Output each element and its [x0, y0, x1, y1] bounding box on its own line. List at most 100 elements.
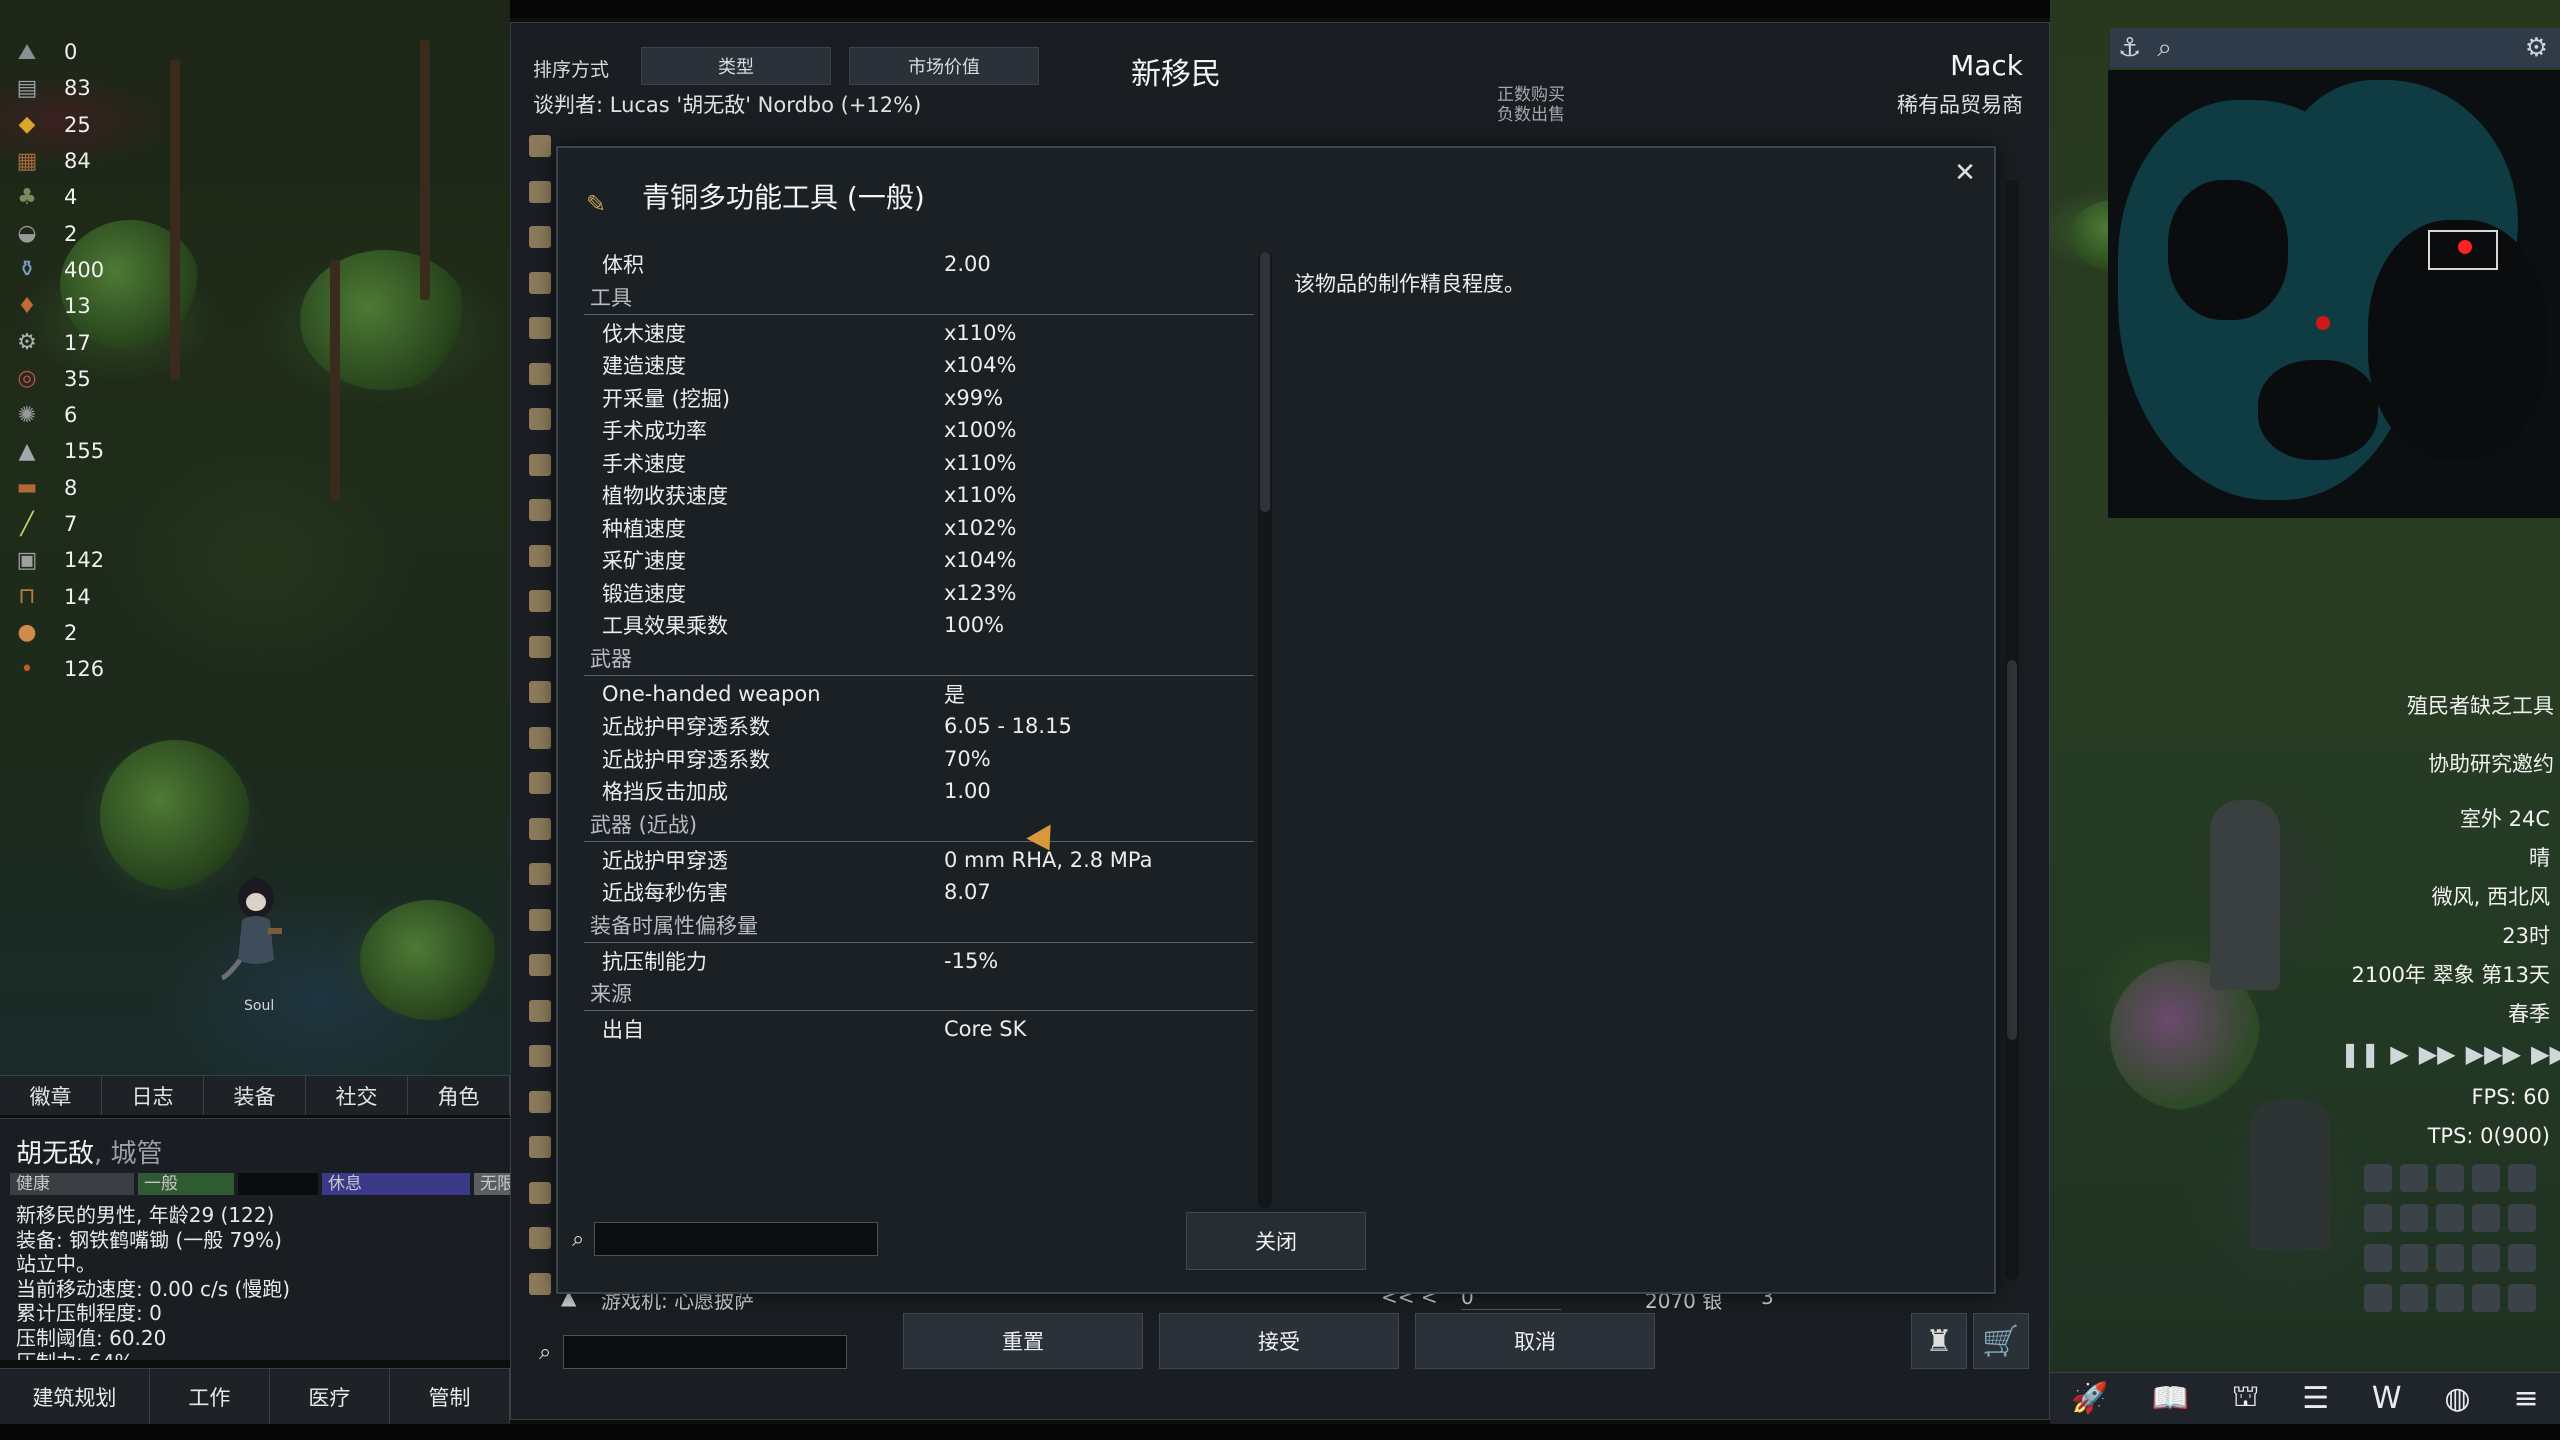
stat-row[interactable]: 近战护甲穿透 0 mm RHA, 2.8 MPa: [584, 844, 1254, 877]
minimap[interactable]: [2108, 70, 2560, 518]
toggle-icon[interactable]: [2508, 1284, 2536, 1312]
pause-icon[interactable]: ❚❚: [2340, 1040, 2380, 1068]
resource-row[interactable]: ◒ 2: [10, 215, 130, 251]
reset-button[interactable]: 重置: [903, 1313, 1143, 1369]
stat-row[interactable]: 建造速度 x104%: [584, 349, 1254, 382]
close-icon[interactable]: ✕: [1950, 158, 1980, 188]
inspect-tab[interactable]: 角色: [408, 1076, 510, 1115]
superfast-icon[interactable]: ▶▶▶: [2466, 1040, 2521, 1068]
toggle-icon[interactable]: [2400, 1164, 2428, 1192]
stat-row[interactable]: 种植速度 x102%: [584, 512, 1254, 545]
stats-scrollbar-thumb[interactable]: [1260, 252, 1270, 512]
sort-by-category-button[interactable]: 类型: [641, 47, 831, 85]
card-search-input[interactable]: [594, 1222, 879, 1256]
factions-icon[interactable]: ⛫: [2232, 1379, 2260, 1418]
stat-row[interactable]: 抗压制能力 -15%: [584, 945, 1254, 978]
architect-tab[interactable]: 工作: [150, 1369, 270, 1424]
resource-row[interactable]: • 126: [10, 651, 130, 687]
stat-row[interactable]: 手术成功率 x100%: [584, 414, 1254, 447]
inspect-tab[interactable]: 社交: [306, 1076, 408, 1115]
globe-icon[interactable]: ◍: [2444, 1381, 2470, 1416]
stat-row[interactable]: 近战护甲穿透系数 6.05 - 18.15: [584, 710, 1254, 743]
book-icon[interactable]: 📖: [2152, 1381, 2189, 1416]
inspect-tab[interactable]: 装备: [204, 1076, 306, 1115]
toggle-icon[interactable]: [2508, 1204, 2536, 1232]
stat-row[interactable]: 出自 Core SK: [584, 1013, 1254, 1046]
search-icon[interactable]: ⌕: [2157, 33, 2172, 64]
toggle-icon[interactable]: [2436, 1164, 2464, 1192]
toggle-icon[interactable]: [2508, 1164, 2536, 1192]
stat-row[interactable]: 采矿速度 x104%: [584, 544, 1254, 577]
resource-row[interactable]: ▣ 142: [10, 542, 130, 578]
resource-row[interactable]: ╱ 7: [10, 506, 130, 542]
resource-row[interactable]: ◆ 25: [10, 107, 130, 143]
trade-search-input[interactable]: [563, 1335, 848, 1369]
accept-button[interactable]: 接受: [1159, 1313, 1399, 1369]
resource-row[interactable]: ▦ 84: [10, 143, 130, 179]
toggle-icon[interactable]: [2364, 1284, 2392, 1312]
stat-row[interactable]: 工具效果乘数 100%: [584, 609, 1254, 642]
wiki-icon[interactable]: W: [2372, 1381, 2402, 1416]
play-icon[interactable]: ▶: [2390, 1040, 2408, 1068]
resource-row[interactable]: ♦ 13: [10, 288, 130, 324]
toggle-icon[interactable]: [2400, 1204, 2428, 1232]
resource-row[interactable]: ⊓ 14: [10, 578, 130, 614]
cancel-button[interactable]: 取消: [1415, 1313, 1655, 1369]
pawn-sprite[interactable]: [218, 868, 288, 998]
cart-icon[interactable]: 🛒: [1973, 1313, 2029, 1369]
toggle-icon[interactable]: [2436, 1244, 2464, 1272]
toggle-icon[interactable]: [2364, 1244, 2392, 1272]
inspect-tab[interactable]: 日志: [102, 1076, 204, 1115]
stat-row[interactable]: 手术速度 x110%: [584, 447, 1254, 480]
resource-row[interactable]: ✺ 6: [10, 397, 130, 433]
minimap-viewport[interactable]: [2428, 230, 2498, 270]
toggle-icon[interactable]: [2472, 1204, 2500, 1232]
stat-row[interactable]: 开采量 (挖掘) x99%: [584, 382, 1254, 415]
resource-row[interactable]: ▬ 8: [10, 470, 130, 506]
sort-by-value-button[interactable]: 市场价值: [849, 47, 1039, 85]
close-button[interactable]: 关闭: [1186, 1212, 1366, 1270]
stat-row[interactable]: 锻造速度 x123%: [584, 577, 1254, 610]
stats-scrollbar[interactable]: [1258, 252, 1272, 1208]
anchor-icon[interactable]: ⚓: [2118, 33, 2141, 63]
stat-row[interactable]: 体积 2.00: [584, 248, 1254, 281]
resource-row[interactable]: ⚱ 400: [10, 252, 130, 288]
ultrafast-icon[interactable]: ▶▶▶▶: [2531, 1040, 2560, 1068]
alert-no-tools[interactable]: 殖民者缺乏工具: [2407, 690, 2554, 720]
architect-tab[interactable]: 建筑规划: [0, 1369, 150, 1424]
toggle-icon[interactable]: [2508, 1244, 2536, 1272]
stat-row[interactable]: 植物收获速度 x110%: [584, 479, 1254, 512]
toggle-icon[interactable]: [2436, 1204, 2464, 1232]
toggle-icon[interactable]: [2472, 1284, 2500, 1312]
alert-research-offer[interactable]: 协助研究邀约: [2407, 748, 2554, 778]
resource-row[interactable]: ⛰ 0: [10, 34, 130, 70]
architect-tab[interactable]: 医疗: [270, 1369, 390, 1424]
gear-icon[interactable]: ⚙: [2525, 33, 2548, 63]
list-icon[interactable]: ☰: [2302, 1381, 2329, 1416]
toggle-icon[interactable]: [2364, 1164, 2392, 1192]
resource-row[interactable]: ▤ 83: [10, 70, 130, 106]
resource-row[interactable]: ▲ 155: [10, 433, 130, 469]
stat-row[interactable]: 格挡反击加成 1.00: [584, 775, 1254, 808]
toggle-icon[interactable]: [2400, 1284, 2428, 1312]
resource-row[interactable]: ● 2: [10, 615, 130, 651]
inspect-tab[interactable]: 徽章: [0, 1076, 102, 1115]
toggle-icon[interactable]: [2436, 1284, 2464, 1312]
stat-row[interactable]: 近战每秒伤害 8.07: [584, 876, 1254, 909]
trade-scrollbar-thumb[interactable]: [2007, 660, 2017, 1040]
rocket-icon[interactable]: 🚀: [2071, 1381, 2108, 1416]
toggle-icon[interactable]: [2472, 1244, 2500, 1272]
world-view-left[interactable]: Soul ⛰ 0 ▤ 83 ◆ 25 ▦ 84 ♣ 4 ◒ 2 ⚱ 400 ♦ 13 ⚙ 17 ◎ 35 ✺ 6 ▲ 155 ▬…: [0, 0, 510, 1080]
toggle-icon[interactable]: [2472, 1164, 2500, 1192]
stat-row[interactable]: One-handed weapon 是: [584, 678, 1254, 711]
resource-row[interactable]: ◎ 35: [10, 361, 130, 397]
fast-icon[interactable]: ▶▶: [2419, 1040, 2456, 1068]
pawn-title[interactable]: 胡无敌, 城管: [16, 1133, 163, 1170]
toggle-icon[interactable]: [2400, 1244, 2428, 1272]
menu-icon[interactable]: ≡: [2513, 1381, 2538, 1416]
resource-row[interactable]: ⚙ 17: [10, 324, 130, 360]
stat-row[interactable]: 近战护甲穿透系数 70%: [584, 743, 1254, 776]
resource-row[interactable]: ♣ 4: [10, 179, 130, 215]
stat-row[interactable]: 伐木速度 x110%: [584, 317, 1254, 350]
architect-tab[interactable]: 管制: [390, 1369, 511, 1424]
